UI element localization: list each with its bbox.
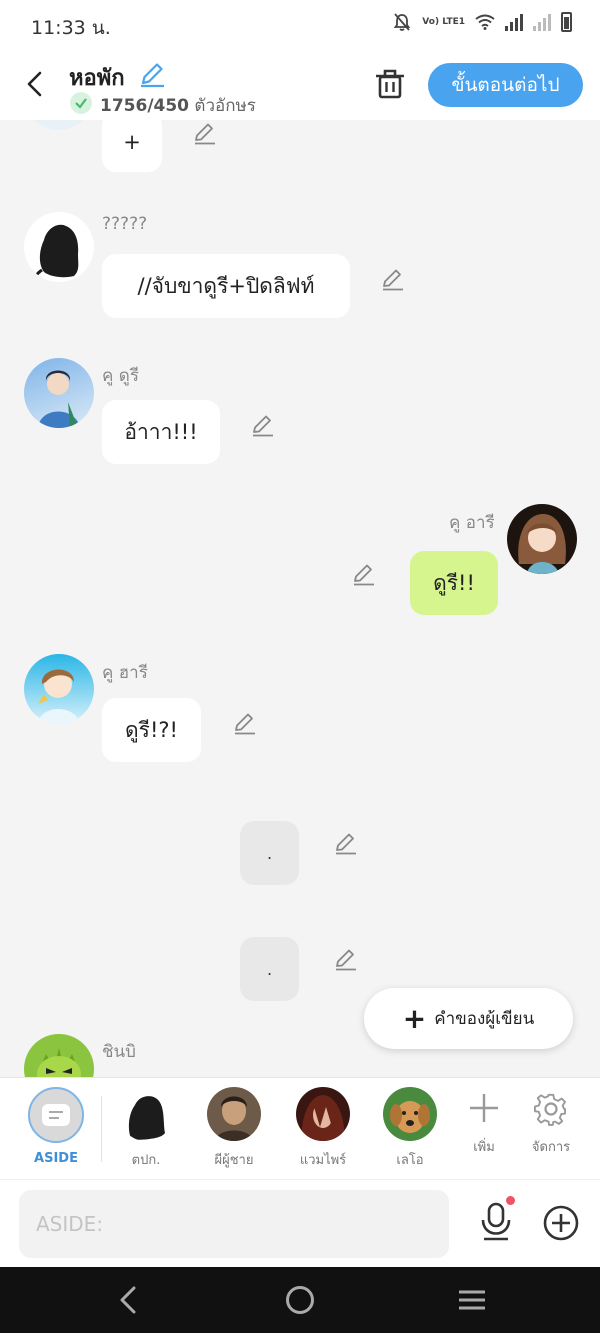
volte-icon: Vo) LTE1 (422, 16, 465, 27)
divider (101, 1096, 102, 1162)
plus-icon (470, 1094, 498, 1122)
gear-icon (534, 1093, 566, 1126)
input-bar (0, 1179, 600, 1267)
message-bubble[interactable]: ดูรี!! (410, 551, 498, 615)
sender-name: ????? (102, 214, 148, 234)
avatar (207, 1087, 261, 1141)
character-label: ผีผู้ชาย (214, 1153, 254, 1168)
battery-icon (561, 12, 572, 32)
signal-icon (505, 13, 523, 31)
message-bubble[interactable]: + (102, 120, 162, 172)
message-text: อ้าาา!!! (124, 419, 198, 444)
message-text: + (123, 130, 141, 154)
character-item[interactable]: ผีผู้ชาย (194, 1087, 274, 1170)
character-avatar-icon (518, 514, 566, 574)
avatar (296, 1087, 350, 1141)
message-bubble[interactable]: อ้าาา!!! (102, 400, 220, 464)
character-count-unit: ตัวอักษร (194, 96, 256, 116)
chat-area: + ????? //จับขาดูรี+ปิดลิฟท์ คู ดูรี อ้า… (0, 120, 600, 1077)
pencil-icon[interactable] (333, 830, 359, 856)
character-avatar-icon (215, 1096, 253, 1141)
character-count-value: 1756/450 (100, 96, 190, 116)
message-bubble[interactable]: //จับขาดูรี+ปิดลิฟท์ (102, 254, 350, 318)
manage-label: จัดการ (531, 1140, 571, 1155)
character-avatar-icon (37, 1048, 81, 1077)
silhouette-avatar-icon (128, 1096, 165, 1140)
sender-name: คู ดูรี (102, 366, 139, 386)
status-time: 11:33 น. (31, 17, 111, 39)
character-label: ตปก. (131, 1153, 161, 1168)
message-text: ดูรี!! (433, 570, 475, 595)
manage-button[interactable]: จัดการ (511, 1092, 591, 1157)
plus-icon: + (402, 1001, 427, 1035)
message-text: . (266, 843, 273, 863)
dog-avatar-icon (390, 1101, 430, 1133)
pencil-icon[interactable] (380, 266, 406, 292)
status-icons: Vo) LTE1 (392, 12, 572, 32)
pencil-icon[interactable] (192, 120, 218, 146)
signal-2-icon (533, 13, 551, 31)
narration-bubble[interactable]: . (240, 937, 299, 1001)
character-label: แวมไพร์ (299, 1153, 347, 1168)
back-icon[interactable] (22, 68, 50, 100)
add-circle-icon[interactable] (542, 1204, 580, 1242)
character-item[interactable]: แวมไพร์ (283, 1087, 363, 1170)
writer-note-label: คำของผู้เขียน (434, 1009, 535, 1029)
avatar[interactable] (24, 120, 94, 130)
message-input[interactable] (19, 1190, 449, 1258)
nav-recents-icon[interactable] (458, 1289, 486, 1311)
notification-dot (506, 1196, 515, 1205)
avatar[interactable] (24, 1034, 94, 1077)
character-item[interactable]: เลโอ (370, 1087, 450, 1170)
pencil-icon[interactable] (138, 60, 166, 88)
character-avatar-icon (38, 370, 80, 428)
bell-muted-icon (393, 13, 411, 31)
message-text: . (266, 959, 273, 979)
pencil-icon[interactable] (351, 561, 377, 587)
pencil-icon[interactable] (333, 946, 359, 972)
page-title: หอพัก (69, 66, 125, 91)
avatar[interactable] (24, 654, 94, 724)
character-aside[interactable]: ASIDE (16, 1087, 96, 1166)
pencil-icon[interactable] (250, 412, 276, 438)
header: หอพัก 1756/450 ตัวอักษร ขั้นตอนต่อไป (0, 50, 600, 120)
avatar (383, 1087, 437, 1141)
character-item[interactable]: ตปก. (106, 1087, 186, 1170)
nav-back-icon[interactable] (114, 1285, 142, 1315)
sender-name: ชินบิ (102, 1042, 136, 1062)
character-label: เลโอ (396, 1153, 424, 1168)
avatar (119, 1087, 173, 1141)
status-bar: 11:33 น. Vo) LTE1 (0, 0, 600, 50)
system-nav-bar (0, 1267, 600, 1333)
aside-icon (28, 1087, 84, 1143)
character-count: 1756/450 ตัวอักษร (100, 92, 256, 119)
wifi-icon (475, 14, 495, 30)
character-avatar-icon (38, 669, 80, 724)
avatar[interactable] (507, 504, 577, 574)
trash-icon[interactable] (374, 68, 406, 100)
avatar[interactable] (24, 212, 94, 282)
narration-bubble[interactable]: . (240, 821, 299, 885)
message-text: //จับขาดูรี+ปิดลิฟท์ (137, 273, 315, 298)
character-label: ASIDE (34, 1151, 78, 1166)
message-text: ดูรี!?! (125, 717, 178, 742)
pencil-icon[interactable] (232, 710, 258, 736)
nav-home-icon[interactable] (286, 1286, 314, 1314)
microphone-icon[interactable] (479, 1202, 513, 1242)
writer-note-button[interactable]: + คำของผู้เขียน (364, 988, 573, 1049)
character-bar: ASIDE ตปก. ผีผู้ชาย แวมไพร์ เลโอ เพิ่ม จ… (0, 1077, 600, 1179)
next-step-button[interactable]: ขั้นตอนต่อไป (428, 63, 583, 107)
message-bubble[interactable]: ดูรี!?! (102, 698, 201, 762)
check-icon (70, 92, 92, 114)
character-avatar-icon (301, 1095, 345, 1141)
sender-name: คู ฮารี (102, 663, 148, 683)
sender-name: คู อารี (449, 513, 495, 533)
silhouette-avatar-icon (34, 224, 79, 282)
avatar[interactable] (24, 358, 94, 428)
